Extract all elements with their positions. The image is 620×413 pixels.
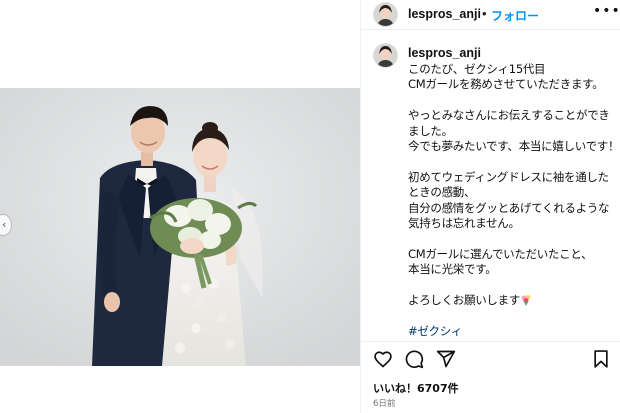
profile-photo bbox=[374, 44, 397, 67]
follow-button[interactable]: フォロー bbox=[491, 7, 539, 24]
caption-line bbox=[408, 93, 613, 108]
post-timestamp[interactable]: 6日前 bbox=[373, 397, 395, 409]
chevron-left-icon: ‹ bbox=[2, 218, 7, 231]
caption-line: 初めてウェディングドレスに袖を通した bbox=[408, 169, 609, 184]
avatar[interactable] bbox=[374, 3, 397, 26]
caption-line: 自分の感情をグッとあげてくれるような bbox=[408, 200, 610, 215]
bookmark-icon[interactable] bbox=[592, 349, 610, 369]
caption-line: 気持ちは忘れません。 bbox=[408, 216, 520, 231]
separator-dot: • bbox=[482, 6, 487, 21]
profile-photo bbox=[374, 3, 397, 26]
caption-line bbox=[408, 154, 613, 169]
post-actions-bar bbox=[361, 341, 620, 375]
comment-icon[interactable] bbox=[404, 349, 424, 369]
caption-line bbox=[408, 278, 613, 293]
hashtag-link[interactable]: #ゼクシィ bbox=[408, 324, 613, 339]
caption-line: ました。 bbox=[408, 123, 453, 138]
post-username[interactable]: lespros_anji bbox=[408, 7, 481, 21]
send-icon[interactable] bbox=[436, 349, 456, 369]
caption-avatar[interactable] bbox=[374, 44, 397, 67]
post-photo[interactable] bbox=[0, 88, 360, 366]
caption-text: よろしくお願いします bbox=[408, 293, 520, 308]
like-count[interactable]: いいね！6707件 bbox=[373, 380, 459, 396]
heart-icon[interactable] bbox=[373, 349, 393, 369]
post-header: lespros_anji • フォロー ••• bbox=[361, 0, 620, 30]
more-options-icon[interactable]: ••• bbox=[593, 3, 620, 19]
wedding-photo-illustration bbox=[0, 88, 360, 366]
caption-line: 今でも夢みたいです、本当に嬉しいです！！ bbox=[408, 139, 613, 154]
caption-line: やっとみなさんにお伝えすることができ bbox=[408, 108, 610, 123]
post-side-panel: lespros_anji • フォロー ••• lespros_anji このた… bbox=[360, 0, 620, 413]
caption-line-last: よろしくお願いします bbox=[408, 293, 613, 308]
caption-line: CMガールを務めさせていただきます。 bbox=[408, 77, 604, 92]
caption-line: ときの感動、 bbox=[408, 185, 476, 200]
bouquet-emoji-icon bbox=[521, 295, 531, 307]
caption-line: 本当に光栄です。 bbox=[408, 262, 497, 277]
caption-line: このたび、ゼクシィ15代目 bbox=[408, 62, 546, 76]
post-caption: lespros_anji このたび、ゼクシィ15代目 CMガールを務めさせていた… bbox=[408, 46, 613, 342]
caption-line: CMガールに選んでいただいたこと、 bbox=[408, 246, 593, 261]
caption-username[interactable]: lespros_anji bbox=[408, 46, 613, 60]
post-media-area: ‹ bbox=[0, 0, 360, 413]
caption-line bbox=[408, 231, 613, 246]
